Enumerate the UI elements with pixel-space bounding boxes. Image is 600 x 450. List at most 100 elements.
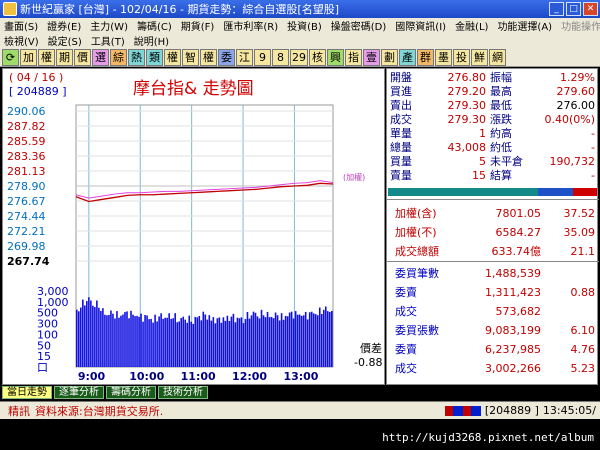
menu-item[interactable]: 說明(H) [134,33,169,48]
toolbar-button[interactable]: 劃 [381,48,398,66]
volume-bar [298,314,301,367]
quote-row: 成交 279.30 漲跌 0.40(0%) [387,113,599,127]
menu-item[interactable]: 匯市利率(R) [223,18,278,33]
toolbar-button[interactable]: 鮮 [471,48,488,66]
toolbar-button[interactable]: 選 [92,48,109,66]
menu-item[interactable]: 主力(W) [90,18,128,33]
volume-bar [196,317,199,367]
toolbar-button[interactable]: 指 [345,48,362,66]
toolbar-button[interactable]: 墨 [435,48,452,66]
toolbar-button[interactable]: 網 [489,48,506,66]
volume-bar [306,319,309,367]
quote-label: 賣量 [390,169,412,182]
volume-bar [242,323,245,367]
toolbar-button[interactable]: 興 [327,48,344,66]
tab-1[interactable]: 當日走勢 [2,386,52,399]
toolbar-button[interactable]: 期 [56,48,73,66]
toolbar-button[interactable]: 核 [309,48,326,66]
menu-item[interactable]: 設定(S) [48,33,82,48]
toolbar-button[interactable]: 壹 [363,48,380,66]
quote-label: 最低 [490,99,512,112]
volume-bar [134,316,136,367]
x-tick-label: 13:00 [283,370,318,383]
toolbar-button[interactable]: ⟳ [2,48,19,66]
volume-bar [132,314,134,367]
tab-4[interactable]: 技術分析 [158,386,208,399]
volume-bar [296,314,299,367]
minimize-button[interactable]: _ [549,2,564,16]
menu-row-1: 畫面(S) 證券(E) 主力(W) 籌碼(C) 期貨(F) 匯市利率(R) 投資(B) 操盤密… [0,18,600,33]
order-extra: 6.10 [570,324,596,337]
quote-label: 賣出 [390,99,412,112]
volume-bar [216,318,219,367]
volume-bar [282,319,285,367]
x-tick-label: 10:00 [129,370,164,383]
toolbar-button[interactable]: 8 [272,48,289,66]
chart-date: ( 04 / 16 ) [9,71,63,84]
menu-item[interactable]: 工具(T) [91,33,125,48]
toolbar-button[interactable]: 加 [20,48,37,66]
volume-bar [236,317,239,367]
close-button[interactable]: ✕ [583,2,598,16]
menu-item[interactable]: 功能選擇(A) [497,18,552,33]
toolbar-button[interactable]: 熱 [128,48,145,66]
toolbar-button[interactable]: 群 [417,48,434,66]
toolbar-button[interactable]: 價 [74,48,91,66]
menu-row-2: 檢視(V) 設定(S) 工具(T) 說明(H) [0,33,600,48]
volume-bar [270,316,273,367]
index-row: 加權(不) 6584.27 35.09 [387,226,599,240]
quote-label: 約高 [490,127,512,140]
volume-bar [156,321,158,367]
toolbar-button[interactable]: 權 [38,48,55,66]
volume-bar [250,315,253,367]
volume-bar [146,315,148,367]
volume-bar [186,322,189,367]
toolbar-button[interactable]: 委 [218,48,235,66]
tab-3[interactable]: 籌碼分析 [106,386,156,399]
tab-2[interactable]: 逐筆分析 [54,386,104,399]
y-tick-label: 290.06 [7,105,46,118]
toolbar-button[interactable]: 江 [236,48,253,66]
volume-bar [248,318,251,367]
volume-bar [320,314,323,367]
toolbar-button[interactable]: 智 [182,48,199,66]
menu-item[interactable]: 畫面(S) [4,18,38,33]
volume-bar [264,317,267,367]
index-label: 加權(含) [395,207,437,220]
volume-bar [176,322,178,367]
quote-label: 買進 [390,85,412,98]
toolbar-button[interactable]: 權 [200,48,217,66]
toolbar-button[interactable]: 9 [254,48,271,66]
toolbar-button[interactable]: 產 [399,48,416,66]
volume-bar [234,322,237,367]
menu-item[interactable]: 功能操作(K) [561,18,600,33]
quote-label: 成交 [390,113,412,126]
menu-item[interactable]: 證券(E) [47,18,81,33]
toolbar-button[interactable]: 綜 [110,48,127,66]
volume-bar [118,317,120,367]
menu-item[interactable]: 檢視(V) [4,33,39,48]
menu-item[interactable]: 國際資訊(I) [395,18,446,33]
volume-bar [244,319,247,367]
quote-value: 5 [479,155,486,168]
quote-value: 43,008 [447,141,487,154]
y-tick-label: 276.67 [7,195,46,208]
volume-bar [76,309,78,367]
volume-bar [302,315,305,367]
volume-bar [122,314,124,367]
menu-item[interactable]: 籌碼(C) [137,18,172,33]
menu-item[interactable]: 投資(B) [287,18,322,33]
toolbar-button[interactable]: 29 [290,48,308,66]
volume-bar [238,318,241,367]
menu-item[interactable]: 金融(L) [455,18,488,33]
menu-item[interactable]: 操盤密碼(D) [331,18,387,33]
menu-item[interactable]: 期貨(F) [181,18,215,33]
toolbar-button[interactable]: 投 [453,48,470,66]
quote-value: 1 [479,127,486,140]
volume-bar [126,311,128,367]
maximize-button[interactable]: □ [566,2,581,16]
volume-bar [168,313,170,367]
volume-bar [136,315,138,367]
toolbar-button[interactable]: 類 [146,48,163,66]
toolbar-button[interactable]: 權 [164,48,181,66]
